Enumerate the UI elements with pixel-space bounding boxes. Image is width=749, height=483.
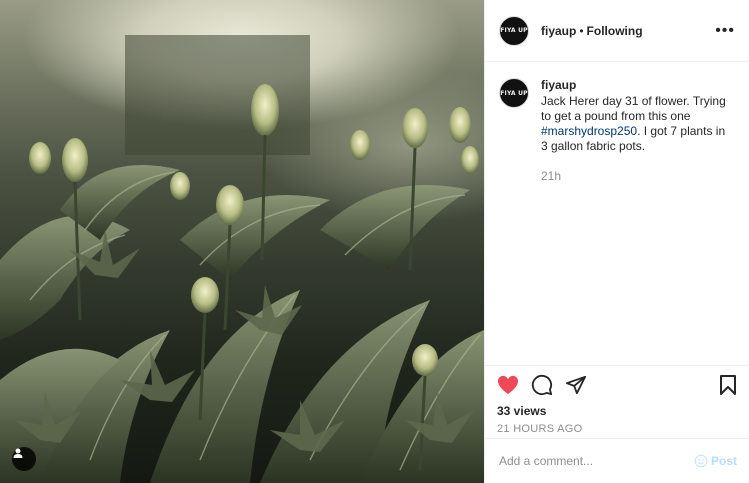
- action-icons: [497, 366, 737, 404]
- bookmark-icon[interactable]: [719, 374, 737, 396]
- comments-area: FIYA UP fiyaup Jack Herer day 31 of flow…: [485, 62, 749, 365]
- caption: fiyaup Jack Herer day 31 of flower. Tryi…: [541, 78, 735, 183]
- actions-section: 33 views 21 HOURS AGO: [485, 365, 749, 443]
- view-count[interactable]: 33 views: [497, 404, 737, 418]
- post-button-label: Post: [710, 454, 737, 468]
- user-tag-icon[interactable]: [12, 447, 36, 471]
- caption-text: Jack Herer day 31 of flower. Trying to g…: [541, 94, 735, 154]
- comment-icon[interactable]: [531, 374, 553, 396]
- separator-dot: •: [579, 23, 584, 38]
- post-header: FIYA UP fiyaup • Following •••: [485, 0, 749, 62]
- post-photo[interactable]: [0, 0, 484, 483]
- post-sidebar: FIYA UP fiyaup • Following ••• FIYA UP f…: [484, 0, 749, 483]
- hashtag-link[interactable]: #marshydrosp250: [541, 124, 637, 138]
- caption-text-start: Jack Herer day 31 of flower. Trying to g…: [541, 94, 726, 123]
- comment-input[interactable]: [497, 453, 694, 469]
- add-comment-bar: Post: [485, 438, 749, 483]
- following-button[interactable]: Following: [587, 24, 643, 38]
- post-button[interactable]: Post: [694, 454, 737, 468]
- heart-icon[interactable]: [497, 375, 519, 395]
- header-username[interactable]: fiyaup: [541, 24, 576, 38]
- caption-avatar[interactable]: FIYA UP: [499, 78, 529, 108]
- caption-username[interactable]: fiyaup: [541, 78, 735, 92]
- caption-time[interactable]: 21h: [541, 169, 735, 183]
- avatar[interactable]: FIYA UP: [499, 15, 529, 46]
- share-icon[interactable]: [565, 375, 587, 395]
- emoji-icon[interactable]: [694, 454, 708, 468]
- cannabis-plants-image: [0, 35, 484, 483]
- more-horizontal-icon[interactable]: •••: [715, 22, 735, 40]
